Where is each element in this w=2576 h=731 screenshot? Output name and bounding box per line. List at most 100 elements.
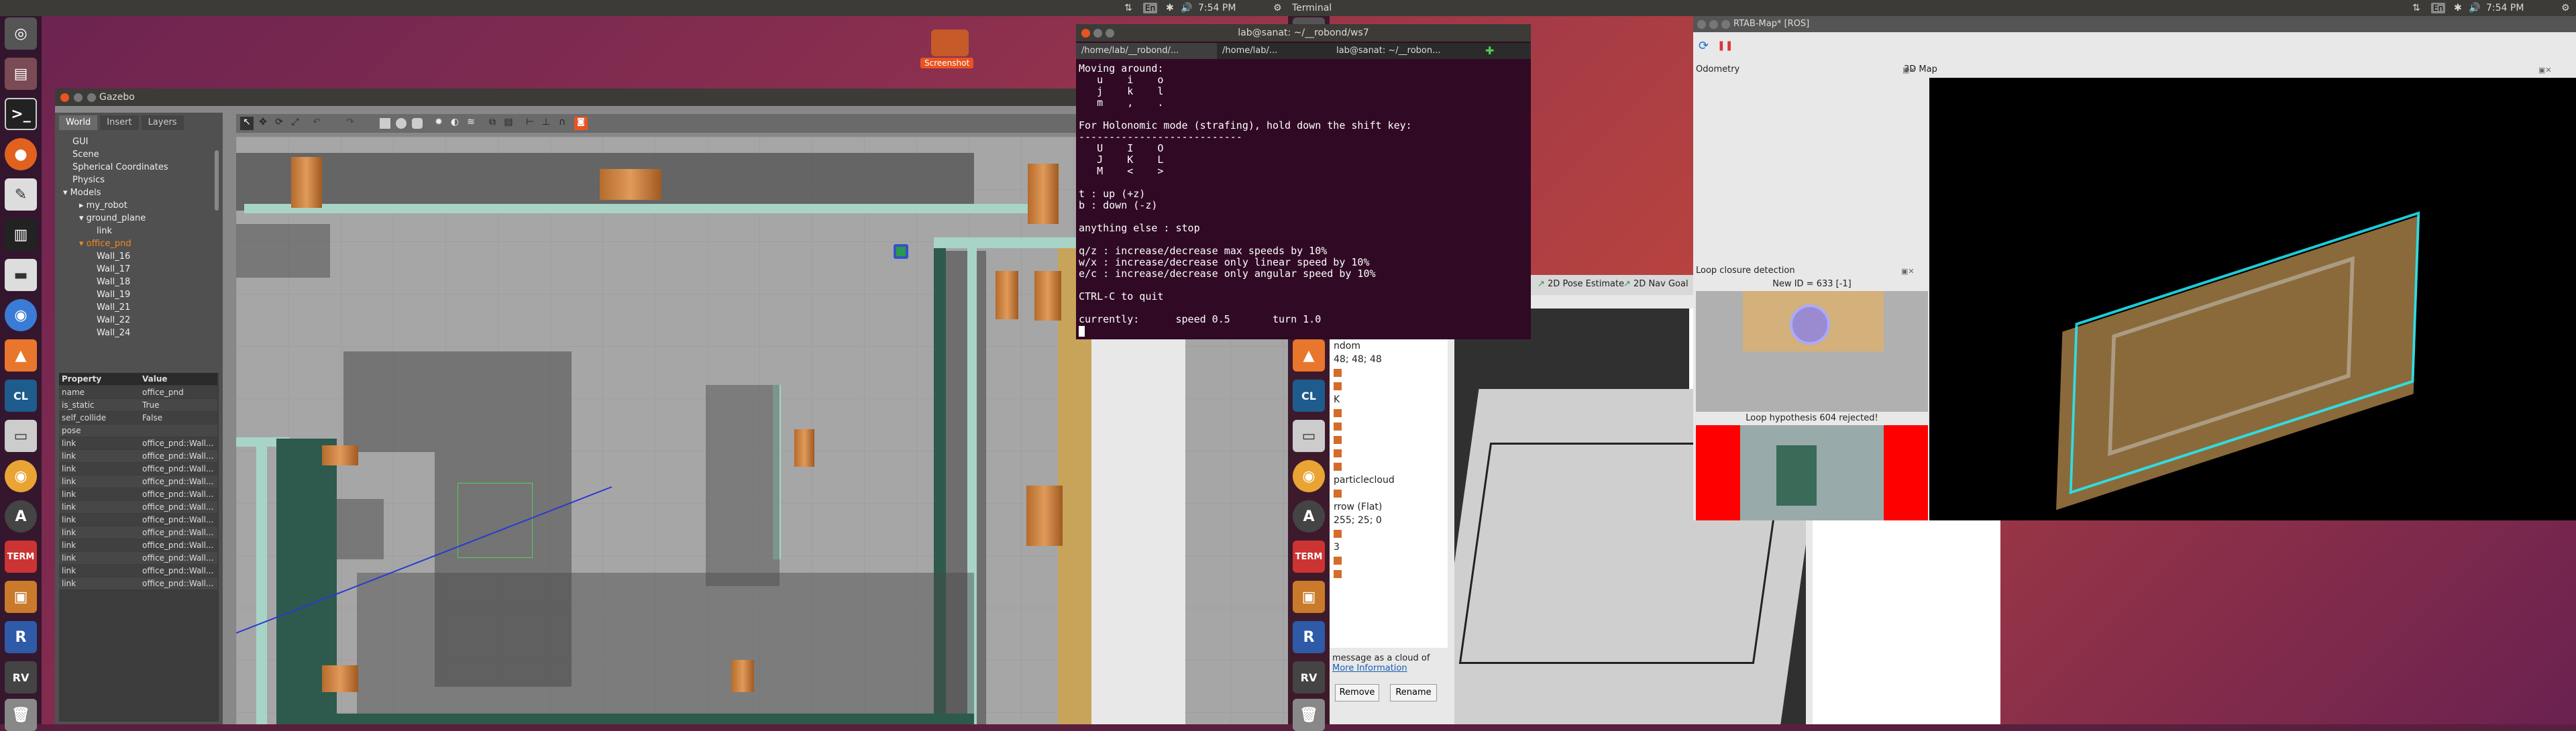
select-tool-icon[interactable]: ↖ <box>240 117 254 130</box>
refresh-icon[interactable]: ⟳ <box>1699 39 1713 53</box>
nav-goal-button[interactable]: ↗ 2D Nav Goal <box>1623 279 1688 289</box>
display-row[interactable] <box>1330 554 1448 567</box>
keyboard-layout-icon[interactable]: En <box>1143 3 1158 13</box>
tab-layers[interactable]: Layers <box>141 115 184 130</box>
property-row[interactable]: link office_pnd::Wall... <box>59 463 217 475</box>
bluetooth-icon[interactable]: ✱ <box>2454 0 2462 16</box>
chromium-icon[interactable]: ◉ <box>5 299 37 331</box>
close-icon[interactable] <box>1697 20 1706 29</box>
checkbox-icon[interactable] <box>1334 423 1342 431</box>
display-row[interactable]: rrow (Flat) <box>1330 500 1448 514</box>
tree-item[interactable]: Wall_18 <box>59 276 216 288</box>
chrome-icon[interactable]: ◉ <box>5 460 37 492</box>
minimize-icon[interactable] <box>1093 29 1102 38</box>
display-row[interactable] <box>1330 406 1448 420</box>
drive-icon[interactable]: ▭ <box>1293 420 1325 452</box>
terminal-tab[interactable]: /home/lab/__robond/... <box>1076 43 1217 59</box>
property-row[interactable]: link office_pnd::Wall... <box>59 539 217 551</box>
trash-icon[interactable]: 🗑 <box>1293 699 1325 731</box>
property-row[interactable]: link office_pnd::Wall... <box>59 552 217 564</box>
display-row[interactable] <box>1330 380 1448 393</box>
rviz-icon[interactable]: RV <box>1293 661 1325 693</box>
minimize-icon[interactable] <box>1709 20 1718 29</box>
clion-icon[interactable]: CL <box>1293 380 1325 412</box>
maximize-icon[interactable] <box>1721 20 1730 29</box>
tree-item[interactable]: link <box>59 225 216 237</box>
rotate-tool-icon[interactable]: ⟳ <box>272 117 286 130</box>
display-row[interactable] <box>1330 366 1448 380</box>
checkbox-icon[interactable] <box>1334 463 1342 471</box>
display-row[interactable]: ndom <box>1330 339 1448 353</box>
terminal-alt-icon[interactable]: TERM <box>5 541 37 573</box>
rqt-icon[interactable]: R <box>5 621 37 653</box>
align-icon[interactable]: ⊢ <box>523 117 537 130</box>
clock-left[interactable]: 7:54 PM <box>1198 0 1236 16</box>
rqt-icon[interactable]: R <box>1293 621 1325 653</box>
settings-gear-icon[interactable]: ⚙ <box>2561 0 2570 16</box>
dock-buttons-icon[interactable]: ▣✕ <box>1901 267 1915 276</box>
checkbox-icon[interactable] <box>1334 382 1342 390</box>
property-row[interactable]: name office_pnd <box>59 386 217 398</box>
clock-right[interactable]: 7:54 PM <box>2486 0 2524 16</box>
checkbox-icon[interactable] <box>1334 530 1342 538</box>
more-info-link[interactable]: More Information <box>1332 663 1445 673</box>
arduino-icon[interactable]: A <box>1293 500 1325 532</box>
tree-item[interactable]: ▸ my_robot <box>59 199 216 212</box>
checkbox-icon[interactable] <box>1334 570 1342 578</box>
tree-item[interactable]: Wall_16 <box>59 250 216 263</box>
tree-item[interactable]: Wall_19 <box>59 288 216 301</box>
point-light-icon[interactable]: ✹ <box>432 117 445 130</box>
terminal-alt-icon[interactable]: TERM <box>1293 541 1325 573</box>
vlc-icon[interactable]: ▲ <box>1293 339 1325 372</box>
dock-buttons-icon[interactable]: ▣✕ <box>1902 66 1916 74</box>
directional-light-icon[interactable]: ≋ <box>464 117 478 130</box>
display-row[interactable] <box>1330 460 1448 473</box>
paste-icon[interactable]: ▤ <box>502 117 515 130</box>
translate-tool-icon[interactable]: ✥ <box>256 117 270 130</box>
tree-item[interactable]: GUI <box>59 135 216 148</box>
maximize-icon[interactable] <box>1106 29 1114 38</box>
magnet-icon[interactable]: ∩ <box>555 117 569 130</box>
tree-item-selected[interactable]: ▾ office_pnd <box>59 237 216 250</box>
files-icon[interactable]: ▤ <box>5 58 37 90</box>
archive-icon[interactable]: ▣ <box>1293 581 1325 613</box>
tree-item[interactable]: Scene <box>59 148 216 161</box>
property-row[interactable]: link office_pnd::Wall... <box>59 475 217 488</box>
firefox-icon[interactable]: ● <box>5 138 37 170</box>
box-shape-icon[interactable] <box>380 118 390 129</box>
chrome-icon[interactable]: ◉ <box>1293 460 1325 492</box>
terminal-output[interactable]: Moving around: u i o j k l m , . For Holo… <box>1079 63 1527 325</box>
terminal-tab[interactable]: /home/lab/... <box>1217 43 1331 59</box>
tree-item[interactable]: ▾ Models <box>59 186 216 199</box>
checkbox-icon[interactable] <box>1334 557 1342 565</box>
gazebo-icon[interactable]: ▥ <box>5 219 37 251</box>
tree-item[interactable]: Wall_17 <box>59 263 216 276</box>
screenshot-icon[interactable]: ◙ <box>574 117 588 130</box>
property-row[interactable]: self_collide False <box>59 412 217 424</box>
network-icon[interactable]: ⇅ <box>2412 0 2420 16</box>
spot-light-icon[interactable]: ◐ <box>448 117 462 130</box>
new-tab-icon[interactable]: ✚ <box>1485 43 1499 59</box>
display-row[interactable]: 3 <box>1330 541 1448 554</box>
rtabmap-3d-map[interactable] <box>1929 78 2576 520</box>
tab-world[interactable]: World <box>59 115 98 130</box>
terminal-tab[interactable]: lab@sanat: ~/__robon... <box>1331 43 1485 59</box>
checkbox-icon[interactable] <box>1334 369 1342 377</box>
property-row[interactable]: link office_pnd::Wall... <box>59 577 217 589</box>
keyboard-layout-icon[interactable]: En <box>2431 3 2446 13</box>
trash-icon[interactable]: 🗑 <box>5 699 37 731</box>
display-row[interactable] <box>1330 567 1448 581</box>
volume-icon[interactable]: 🔊 <box>2469 0 2480 16</box>
snap-icon[interactable]: ⊥ <box>539 117 553 130</box>
tree-item[interactable]: Wall_24 <box>59 327 216 339</box>
property-row[interactable]: link office_pnd::Wall... <box>59 450 217 462</box>
tree-scrollbar[interactable] <box>215 150 219 211</box>
display-row[interactable] <box>1330 527 1448 541</box>
display-row[interactable]: K <box>1330 393 1448 406</box>
redo-icon[interactable]: ↷ <box>343 117 357 130</box>
checkbox-icon[interactable] <box>1334 409 1342 417</box>
property-row[interactable]: link office_pnd::Wall... <box>59 488 217 500</box>
settings-gear-icon[interactable]: ⚙ <box>1273 0 1282 16</box>
display-row[interactable]: 48; 48; 48 <box>1330 353 1448 366</box>
vlc-icon[interactable]: ▲ <box>5 339 37 372</box>
